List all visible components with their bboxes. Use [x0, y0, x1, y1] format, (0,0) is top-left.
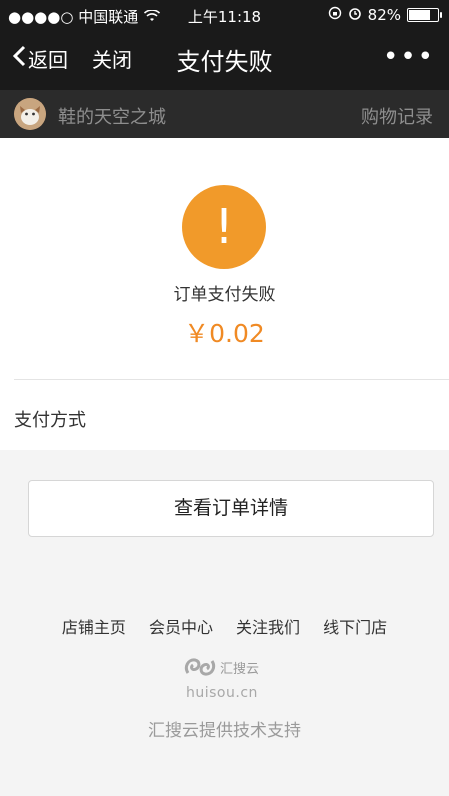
- page-title: 支付失败: [176, 48, 273, 76]
- exclamation-icon: !: [182, 185, 266, 269]
- battery-fill: [409, 10, 431, 20]
- footer-link-shop-home[interactable]: 店铺主页: [62, 618, 126, 637]
- avatar: [14, 98, 46, 130]
- lock-rotation-icon: [328, 6, 342, 24]
- payment-result-card: ! 订单支付失败 ￥0.02 支付方式: [0, 138, 449, 450]
- shop-name[interactable]: 鞋的天空之城: [58, 103, 166, 129]
- footer-link-follow-us[interactable]: 关注我们: [236, 618, 300, 637]
- shop-bar: 鞋的天空之城 购物记录: [0, 90, 449, 138]
- logo-brand-text: 汇搜云: [220, 662, 260, 677]
- status-bar: ●●●●○ 中国联通 上午11:18 82%: [0, 0, 449, 30]
- divider: [14, 379, 449, 380]
- tech-support-text: 汇搜云提供技术支持: [148, 721, 301, 741]
- more-menu-button[interactable]: •••: [383, 42, 435, 72]
- result-message: 订单支付失败: [173, 285, 276, 305]
- view-order-button[interactable]: 查看订单详情: [28, 480, 434, 537]
- nav-bar: 返回 关闭 支付失败 •••: [0, 30, 449, 90]
- logo-domain-text: huisou.cn: [186, 685, 258, 701]
- alarm-icon: [348, 6, 362, 24]
- footer-link-member-center[interactable]: 会员中心: [149, 618, 213, 637]
- huisou-logo-icon: [184, 655, 216, 683]
- payment-method-label: 支付方式: [14, 410, 86, 431]
- battery-percent: 82%: [367, 6, 401, 24]
- purchase-records-link[interactable]: 购物记录: [361, 103, 433, 129]
- footer-links: 店铺主页 会员中心 关注我们 线下门店: [0, 614, 449, 638]
- huisou-logo: 汇搜云 huisou.cn: [180, 653, 280, 703]
- footer-link-offline-store[interactable]: 线下门店: [323, 618, 387, 637]
- battery-icon: [407, 8, 442, 22]
- order-amount: ￥0.02: [184, 319, 265, 348]
